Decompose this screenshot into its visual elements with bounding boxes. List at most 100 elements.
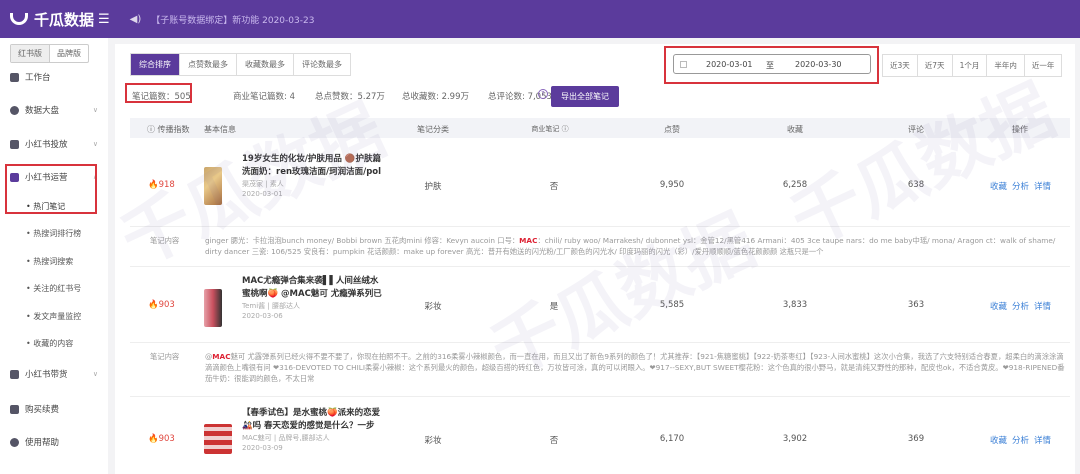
note-likes: 5,585 (659, 300, 685, 310)
detail-link[interactable]: 详情 (1034, 302, 1051, 312)
sidebar-label: 小红书投放 (25, 140, 68, 150)
help-icon[interactable]: ? (538, 89, 548, 99)
note-content: 笔记内容 @MAC魅可 尤露弹系列已经火得不要不要了，你现在拍照不干。之前的31… (130, 351, 1070, 391)
date-range-picker[interactable]: 2020-03-01 至 2020-03-30 (673, 54, 871, 74)
analyze-link[interactable]: 分析 (1012, 302, 1029, 312)
col-likes: 点赞 (664, 125, 680, 134)
sub-label: 热搜词搜索 (33, 257, 74, 266)
note-biz: 是 (549, 302, 559, 312)
col-category: 笔记分类 (417, 125, 449, 134)
sort-tabs: 综合排序 点赞数最多 收藏数最多 评论数最多 (130, 53, 351, 76)
quick-1m[interactable]: 1个月 (953, 55, 988, 76)
divider (130, 266, 1070, 267)
sidebar-sub[interactable]: • 热搜词排行榜 (26, 228, 81, 239)
quick-3d[interactable]: 近3天 (883, 55, 918, 76)
sidebar-label: 购买续费 (25, 405, 60, 415)
sidebar-item-dashboard[interactable]: 数据大盘 ∨ (10, 104, 98, 116)
table-row: 🔥903 MAC尤瘾弹合集来袭▌▌人间丝绒水蜜桃啊🍑 @MAC魅可 尤瘾弹系列已… (130, 272, 1070, 340)
content-text: @MAC魅可 尤露弹系列已经火得不要不要了，你现在拍照不干。之前的316柔雾小辣… (205, 352, 1065, 383)
bag-icon (10, 369, 19, 379)
pie-icon (10, 105, 19, 115)
table-header: ⓘ 传播指数 基本信息 笔记分类 商业笔记 ⓘ 点赞 收藏 评论 操作 (130, 118, 1070, 138)
table-row: 🔥903 【春季试色】是水蜜桃🍑派来的恋爱🎎吗 春天恋爱的感觉是什么？一步 MAC… (130, 404, 1070, 474)
spread-index: 🔥903 (148, 434, 175, 444)
sidebar-item-help[interactable]: 使用帮助 (10, 436, 98, 448)
note-comments: 369 (907, 434, 925, 444)
col-favs: 收藏 (787, 125, 803, 134)
note-date: 2020-03-09 (242, 444, 283, 452)
detail-link[interactable]: 详情 (1034, 182, 1051, 192)
tab-overall[interactable]: 综合排序 (131, 54, 180, 75)
spread-index: 🔥918 (148, 180, 175, 190)
spread-index: 🔥903 (148, 300, 175, 310)
toggle-redbook[interactable]: 红书版 (11, 45, 50, 62)
note-likes: 6,170 (659, 434, 685, 444)
divider (130, 226, 1070, 227)
content-text: ginger 腮光：卡拉泡泡bunch money/ Bobbi brown 五… (205, 236, 1056, 256)
note-author: Temi酱 | 腰部达人 (242, 302, 300, 310)
menu-toggle-icon[interactable]: ☰ (98, 12, 110, 27)
sub-label: 发文声量监控 (33, 312, 82, 321)
sidebar-sub[interactable]: • 收藏的内容 (26, 338, 73, 349)
table-row: 🔥918 19岁女生的化妆/护肤用品 🟤护肤篇 洗面奶：ren玫瑰洁面/珂润洁面… (130, 150, 1070, 222)
help-icon (10, 437, 19, 447)
sidebar-sub[interactable]: • 热搜词搜索 (26, 256, 73, 267)
sidebar-sub[interactable]: • 发文声量监控 (26, 311, 81, 322)
note-category: 彩妆 (424, 302, 442, 312)
export-button[interactable]: 导出全部笔记 (551, 86, 619, 107)
tab-most-favs[interactable]: 收藏数最多 (237, 54, 294, 75)
quick-7d[interactable]: 近7天 (918, 55, 953, 76)
sidebar-sub[interactable]: • 关注的红书号 (26, 283, 81, 294)
col-biz: 商业笔记 ⓘ (531, 125, 569, 133)
sub-label: 收藏的内容 (33, 339, 74, 348)
row-actions: 收藏 分析 详情 (990, 434, 1056, 446)
note-title[interactable]: MAC尤瘾弹合集来袭▌▌人间丝绒水蜜桃啊🍑 @MAC魅可 尤瘾弹系列已 Temi酱… (242, 275, 382, 321)
tab-most-likes[interactable]: 点赞数最多 (180, 54, 237, 75)
note-category: 护肤 (424, 182, 442, 192)
logo[interactable]: 千瓜数据 (10, 9, 98, 30)
note-likes: 9,950 (659, 180, 685, 190)
sidebar-item-workbench[interactable]: 工作台 (10, 71, 98, 83)
tab-most-comments[interactable]: 评论数最多 (294, 54, 350, 75)
quick-1y[interactable]: 近一年 (1025, 55, 1062, 76)
note-thumbnail[interactable] (204, 289, 222, 327)
note-favs: 3,833 (782, 300, 808, 310)
detail-link[interactable]: 详情 (1034, 436, 1051, 446)
sidebar-item-sales[interactable]: 小红书带货 ∨ (10, 368, 98, 380)
fav-link[interactable]: 收藏 (990, 182, 1007, 192)
highlight-box (125, 83, 192, 103)
fav-link[interactable]: 收藏 (990, 302, 1007, 312)
note-thumbnail[interactable] (204, 167, 222, 205)
highlight-box (5, 164, 97, 214)
notice-text[interactable]: 【子账号数据绑定】新功能 2020-03-23 (151, 13, 314, 26)
note-date: 2020-03-06 (242, 312, 283, 320)
date-end[interactable]: 2020-03-30 (795, 60, 842, 69)
col-index: ⓘ 传播指数 (147, 125, 190, 134)
row-actions: 收藏 分析 详情 (990, 180, 1056, 192)
sidebar-label: 数据大盘 (25, 106, 60, 116)
logo-icon (10, 13, 28, 25)
note-date: 2020-03-01 (242, 190, 283, 198)
cart-icon (10, 404, 19, 414)
logo-text: 千瓜数据 (34, 10, 95, 29)
toggle-brand[interactable]: 品牌版 (50, 45, 88, 62)
fav-link[interactable]: 收藏 (990, 436, 1007, 446)
sidebar-label: 使用帮助 (25, 438, 60, 448)
quick-6m[interactable]: 半年内 (987, 55, 1025, 76)
sidebar-item-purchase[interactable]: 购买续费 (10, 403, 98, 415)
calendar-icon (680, 61, 687, 68)
note-favs: 6,258 (782, 180, 808, 190)
note-biz: 否 (549, 182, 559, 192)
analyze-link[interactable]: 分析 (1012, 182, 1029, 192)
note-thumbnail[interactable] (204, 424, 232, 454)
sidebar-item-delivery[interactable]: 小红书投放 ∨ (10, 138, 98, 150)
chevron-down-icon: ∨ (92, 106, 98, 114)
gear-icon (10, 139, 19, 149)
date-start[interactable]: 2020-03-01 (706, 60, 753, 69)
note-comments: 638 (907, 180, 925, 190)
note-title[interactable]: 【春季试色】是水蜜桃🍑派来的恋爱🎎吗 春天恋爱的感觉是什么？一步 MAC魅可 | … (242, 407, 382, 453)
analyze-link[interactable]: 分析 (1012, 436, 1029, 446)
sub-label: 关注的红书号 (33, 284, 82, 293)
divider (130, 342, 1070, 343)
note-title[interactable]: 19岁女生的化妆/护肤用品 🟤护肤篇 洗面奶：ren玫瑰洁面/珂润洁面/pol 渠… (242, 153, 382, 199)
